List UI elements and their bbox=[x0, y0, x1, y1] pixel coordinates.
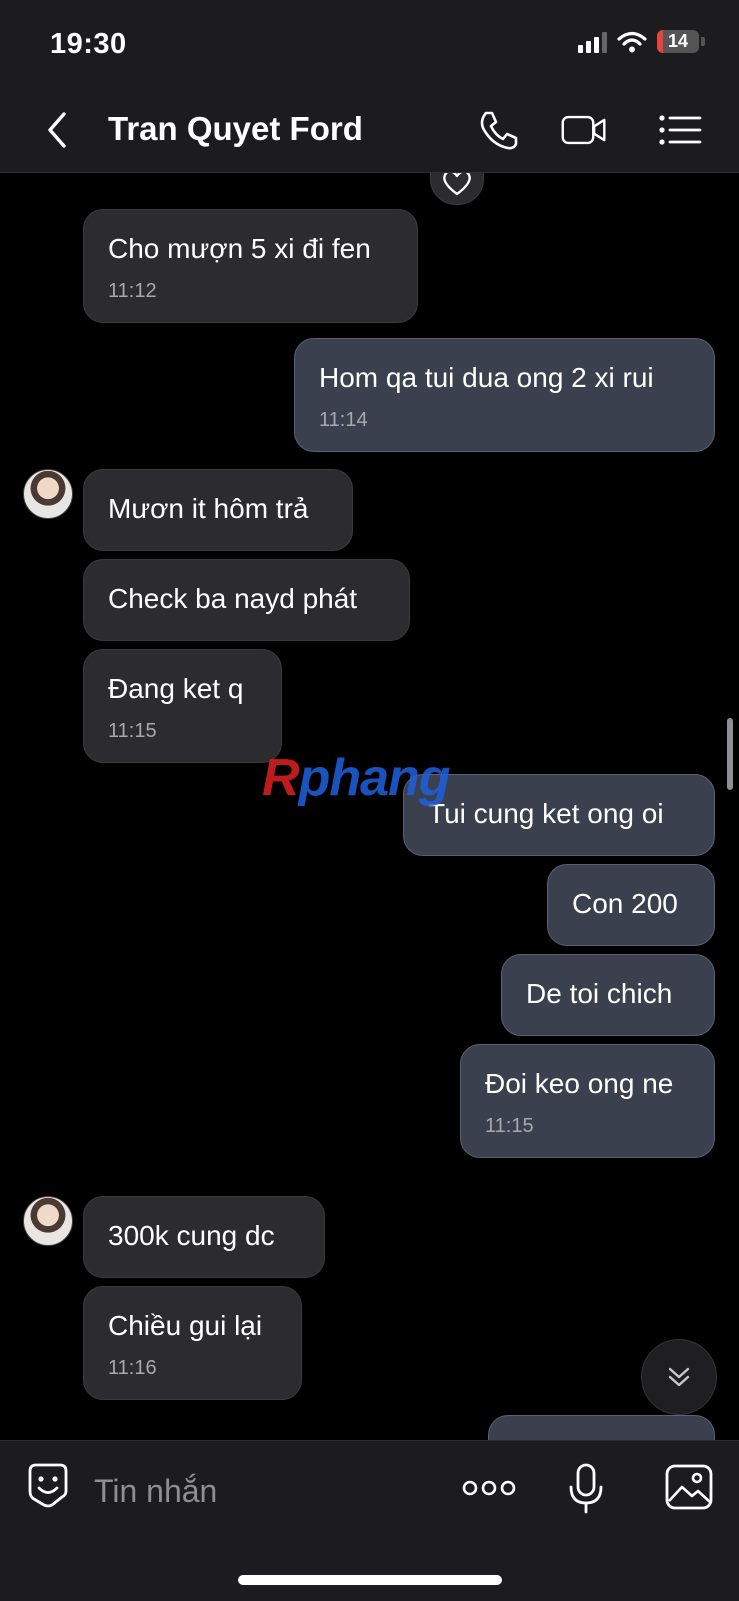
double-chevron-down-icon bbox=[668, 1367, 690, 1387]
battery-fill bbox=[657, 30, 663, 53]
scroll-indicator[interactable] bbox=[727, 718, 733, 790]
image-icon[interactable] bbox=[664, 1463, 714, 1511]
message-bubble-outgoing-partial[interactable] bbox=[488, 1415, 715, 1440]
message-text: Chiều gui lại bbox=[108, 1310, 263, 1341]
message-text: Mươn it hôm trả bbox=[108, 493, 309, 524]
message-bubble-incoming[interactable]: Mươn it hôm trả bbox=[83, 469, 353, 551]
reaction-badge[interactable] bbox=[430, 173, 484, 205]
message-list[interactable]: Cho mượn 5 xi đi fen 11:12 Hom qa tui du… bbox=[0, 173, 739, 1440]
message-bubble-incoming[interactable]: Chiều gui lại 11:16 bbox=[83, 1286, 302, 1400]
microphone-icon[interactable] bbox=[566, 1463, 606, 1515]
sticker-icon[interactable] bbox=[24, 1461, 72, 1509]
message-text: 300k cung dc bbox=[108, 1220, 275, 1251]
message-time: 11:16 bbox=[108, 1357, 157, 1379]
signal-icon bbox=[578, 31, 607, 53]
message-time: 11:12 bbox=[108, 280, 157, 302]
battery-icon: 14 bbox=[657, 30, 699, 53]
message-text: Hom qa tui dua ong 2 xi rui bbox=[319, 362, 654, 393]
battery-level: 14 bbox=[667, 31, 689, 51]
message-bubble-incoming[interactable]: 300k cung dc bbox=[83, 1196, 325, 1278]
message-time: 11:15 bbox=[108, 720, 157, 742]
heart-icon bbox=[443, 173, 471, 196]
message-bubble-outgoing[interactable]: Đoi keo ong ne 11:15 bbox=[460, 1044, 715, 1158]
list-menu-icon[interactable] bbox=[656, 108, 704, 152]
message-time: 11:15 bbox=[485, 1115, 534, 1137]
message-bubble-incoming[interactable]: Check ba nayd phát bbox=[83, 559, 410, 641]
more-dots-icon[interactable] bbox=[462, 1477, 516, 1499]
back-icon[interactable] bbox=[38, 108, 78, 152]
video-camera-icon[interactable] bbox=[560, 108, 608, 152]
message-bubble-outgoing[interactable]: Hom qa tui dua ong 2 xi rui 11:14 bbox=[294, 338, 715, 452]
watermark-logo: Rphang bbox=[262, 748, 451, 808]
message-bubble-incoming[interactable]: Cho mượn 5 xi đi fen 11:12 bbox=[83, 209, 418, 323]
status-time: 19:30 bbox=[50, 28, 127, 60]
wifi-icon bbox=[617, 31, 647, 52]
message-bubble-incoming[interactable]: Đang ket q 11:15 bbox=[83, 649, 282, 763]
chat-header: Tran Quyet Ford bbox=[0, 90, 739, 173]
home-indicator[interactable] bbox=[238, 1575, 502, 1585]
message-text: Check ba nayd phát bbox=[108, 583, 358, 614]
message-input[interactable] bbox=[92, 1465, 426, 1517]
contact-name[interactable]: Tran Quyet Ford bbox=[108, 110, 363, 148]
status-icons: 14 bbox=[578, 30, 705, 53]
message-time: 11:14 bbox=[319, 409, 368, 431]
phone-icon[interactable] bbox=[474, 108, 522, 152]
message-composer bbox=[0, 1440, 739, 1601]
message-bubble-outgoing[interactable]: Con 200 bbox=[547, 864, 715, 946]
message-bubble-outgoing[interactable]: De toi chich bbox=[501, 954, 715, 1036]
message-text: De toi chich bbox=[526, 978, 673, 1009]
contact-avatar[interactable] bbox=[23, 469, 73, 519]
watermark-first-letter: R bbox=[262, 749, 300, 807]
message-text: Đoi keo ong ne bbox=[485, 1068, 674, 1099]
message-text: Con 200 bbox=[572, 888, 678, 919]
watermark-rest: phang bbox=[298, 749, 451, 807]
scroll-to-bottom-button[interactable] bbox=[641, 1339, 717, 1415]
message-text: Đang ket q bbox=[108, 673, 244, 704]
status-bar: 19:30 14 bbox=[0, 0, 739, 90]
message-text: Cho mượn 5 xi đi fen bbox=[108, 233, 371, 264]
message-text: Tui cung ket ong oi bbox=[428, 798, 664, 829]
battery-tip bbox=[701, 37, 705, 46]
contact-avatar[interactable] bbox=[23, 1196, 73, 1246]
